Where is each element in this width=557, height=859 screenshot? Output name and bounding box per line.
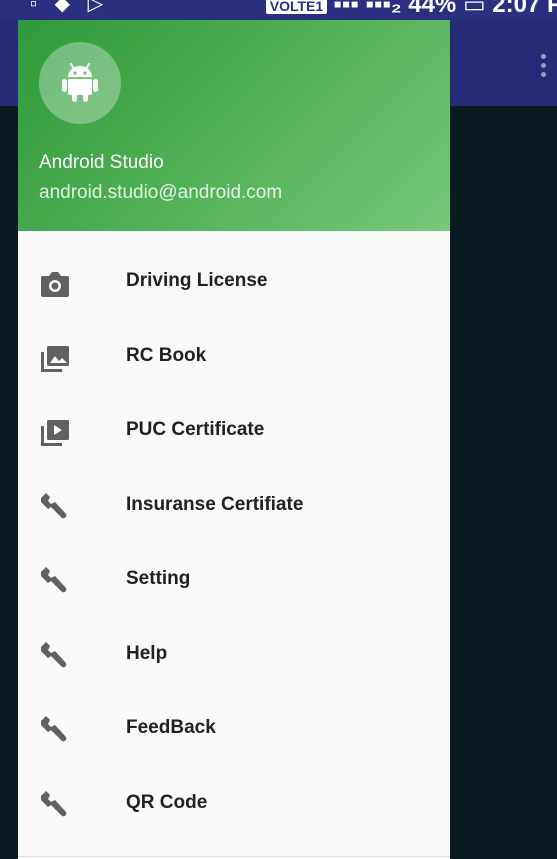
menu-item-label: Insuranse Certifiate: [126, 493, 304, 515]
menu-item-insurance-certificate[interactable]: Insuranse Certifiate: [18, 468, 450, 543]
wrench-icon: [41, 790, 67, 816]
photo-library-icon: [41, 345, 69, 372]
screen: ▫ ◆ ▷ VOLTE1 ▪▪▪ ▪▪▪₂ 44% ▭ 2:07 P Andro…: [0, 0, 557, 859]
wrench-icon: [41, 567, 67, 593]
menu-item-setting[interactable]: Setting: [18, 542, 450, 617]
notification-icons: ▫ ◆ ▷: [30, 0, 109, 15]
menu-item-label: QR Code: [126, 791, 208, 813]
user-email: android.studio@android.com: [39, 182, 283, 203]
menu-item-qr-code[interactable]: QR Code: [18, 766, 450, 841]
avatar[interactable]: [39, 42, 121, 124]
drawer-divider: [18, 856, 450, 857]
menu-item-puc-certificate[interactable]: PUC Certificate: [18, 393, 450, 468]
menu-item-label: PUC Certificate: [126, 419, 265, 440]
menu-item-label: FeedBack: [126, 717, 216, 738]
android-icon: [62, 63, 98, 102]
menu-item-label: RC Book: [126, 344, 207, 366]
wrench-icon: [41, 492, 67, 518]
drawer-header: Android Studio android.studio@android.co…: [18, 20, 450, 231]
menu-item-rc-book[interactable]: RC Book: [18, 319, 450, 394]
navigation-drawer: Android Studio android.studio@android.co…: [18, 20, 450, 859]
menu-item-help[interactable]: Help: [18, 617, 450, 692]
more-vert-icon[interactable]: [541, 54, 547, 78]
menu-item-label: Setting: [126, 568, 191, 589]
user-name: Android Studio: [39, 152, 164, 173]
status-bar: ▫ ◆ ▷ VOLTE1 ▪▪▪ ▪▪▪₂ 44% ▭ 2:07 P: [0, 0, 557, 20]
status-right: VOLTE1 ▪▪▪ ▪▪▪₂ 44% ▭ 2:07 P: [265, 0, 557, 19]
camera-icon: [41, 272, 69, 297]
menu-item-label: Help: [126, 642, 168, 664]
video-library-icon: [41, 420, 69, 446]
wrench-icon: [41, 716, 67, 742]
menu-item-label: Driving License: [126, 270, 268, 291]
volte-badge: VOLTE1: [265, 0, 328, 14]
drawer-scrim[interactable]: [450, 106, 557, 859]
status-indicators: ▪▪▪ ▪▪▪₂ 44% ▭ 2:07 P: [333, 0, 557, 18]
drawer-menu: Driving License RC Book PUC Certificate: [18, 244, 450, 840]
menu-item-feedback[interactable]: FeedBack: [18, 691, 450, 766]
wrench-icon: [41, 641, 67, 667]
menu-item-driving-license[interactable]: Driving License: [18, 244, 450, 319]
